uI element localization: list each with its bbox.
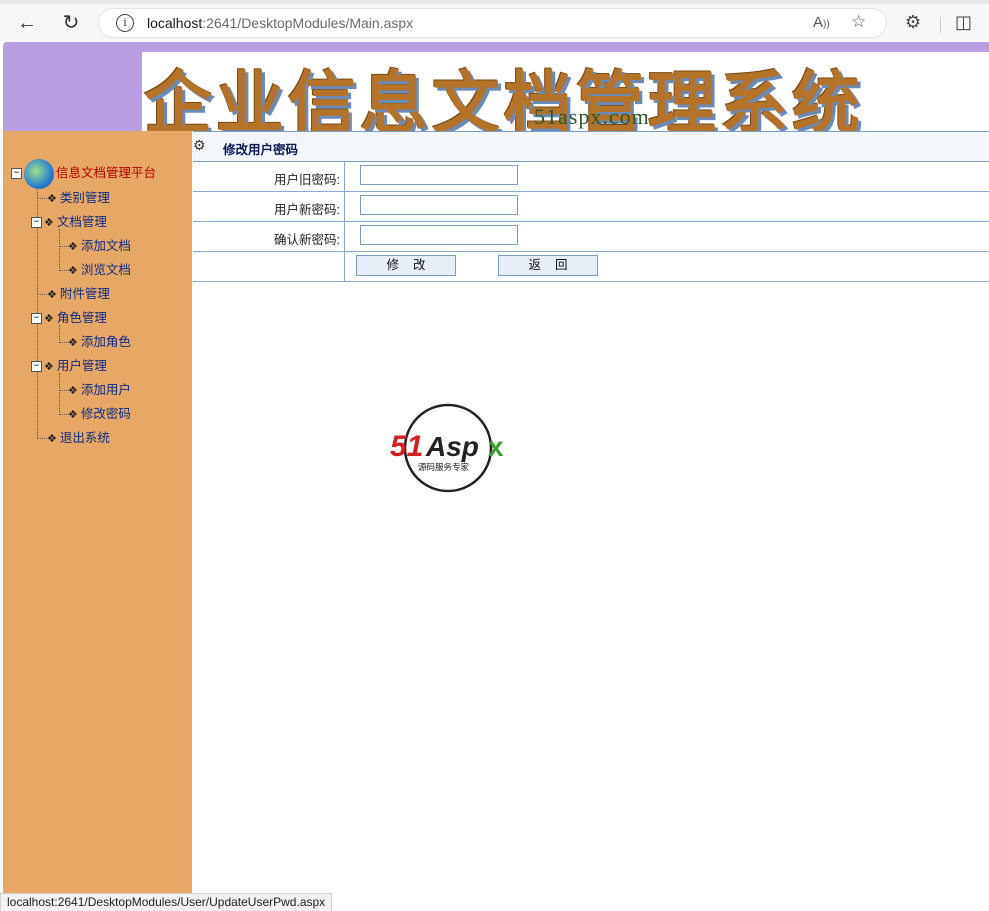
sidebar-item-users[interactable]: − ❖ 用户管理 <box>31 357 107 375</box>
collapse-icon[interactable]: − <box>31 217 42 229</box>
sidebar-item-label[interactable]: 附件管理 <box>60 287 110 301</box>
label-cell: 确认新密码: <box>193 221 345 251</box>
sidebar-item-browse-documents[interactable]: ❖ 浏览文档 <box>68 261 131 279</box>
web-page: 企业信息文档管理系统 51aspx.com − 信息文档管理平台 ❖ 类别管理 − ❖… <box>3 42 989 910</box>
old-password-row: 用户旧密码: <box>193 161 989 192</box>
header-banner: 企业信息文档管理系统 51aspx.com <box>142 52 989 131</box>
svg-text:x: x <box>488 431 504 462</box>
diamond-icon: ❖ <box>44 313 54 325</box>
sidebar: − 信息文档管理平台 ❖ 类别管理 − ❖ 文档管理 ❖ 添加文档 ❖ 浏览文档 ❖ 附件管理… <box>3 131 192 910</box>
diamond-icon: ❖ <box>68 385 78 397</box>
tree-root[interactable]: − 信息文档管理平台 <box>11 156 156 190</box>
sidebar-item-label[interactable]: 角色管理 <box>57 311 107 325</box>
sidebar-item-label[interactable]: 添加角色 <box>81 335 131 349</box>
sidebar-item-logout[interactable]: ❖ 退出系统 <box>47 429 110 447</box>
sidebar-item-add-role[interactable]: ❖ 添加角色 <box>68 333 131 351</box>
svg-text:Asp: Asp <box>425 431 479 462</box>
toolbar-divider <box>940 17 941 33</box>
submit-button[interactable]: 修改 <box>356 255 456 276</box>
tree-connector <box>37 438 47 439</box>
old-password-input[interactable] <box>360 165 518 185</box>
diamond-icon: ❖ <box>68 337 78 349</box>
tree-connector <box>59 325 60 343</box>
form-title-bar: ⚙ 修改用户密码 <box>193 131 989 162</box>
sidebar-item-label[interactable]: 修改密码 <box>81 407 131 421</box>
browser-toolbar: ← ↻ i localhost:2641/DesktopModules/Main… <box>0 4 989 42</box>
collapse-icon[interactable]: − <box>11 168 22 180</box>
sidebar-item-category[interactable]: ❖ 类别管理 <box>47 189 110 207</box>
address-url[interactable]: localhost:2641/DesktopModules/Main.aspx <box>147 15 413 31</box>
sidebar-item-attachments[interactable]: ❖ 附件管理 <box>47 285 110 303</box>
collapse-icon[interactable]: − <box>31 313 42 325</box>
sidebar-item-roles[interactable]: − ❖ 角色管理 <box>31 309 107 327</box>
collapse-icon[interactable]: − <box>31 361 42 373</box>
diamond-icon: ❖ <box>47 193 57 205</box>
logo-graphic: 51 Asp x 源码服务专家 <box>390 403 504 493</box>
url-host: localhost <box>147 15 203 31</box>
form-title: 修改用户密码 <box>223 143 299 157</box>
sidebar-item-label[interactable]: 浏览文档 <box>81 263 131 277</box>
button-row: 修改 返回 <box>193 251 989 282</box>
confirm-password-row: 确认新密码: <box>193 221 989 252</box>
svg-text:源码服务专家: 源码服务专家 <box>418 462 470 473</box>
old-password-label: 用户旧密码: <box>274 173 340 187</box>
label-cell <box>193 251 345 281</box>
tree-connector <box>37 294 47 295</box>
tree-connector <box>37 198 47 199</box>
extensions-icon[interactable]: ⚙ <box>905 12 921 33</box>
diamond-icon: ❖ <box>47 289 57 301</box>
sidebar-item-label[interactable]: 添加用户 <box>81 383 131 397</box>
site-info-icon[interactable]: i <box>116 14 134 32</box>
back-button[interactable]: 返回 <box>498 255 598 276</box>
label-cell: 用户新密码: <box>193 191 345 221</box>
confirm-password-input[interactable] <box>360 225 518 245</box>
back-arrow-icon[interactable]: ← <box>13 10 41 36</box>
sidebar-item-add-user[interactable]: ❖ 添加用户 <box>68 381 131 399</box>
page-header: 企业信息文档管理系统 51aspx.com <box>3 42 989 131</box>
banner-title: 企业信息文档管理系统 <box>144 64 865 131</box>
tree-root-label[interactable]: 信息文档管理平台 <box>56 166 156 180</box>
favorite-star-icon[interactable]: ☆ <box>851 12 866 32</box>
diamond-icon: ❖ <box>47 433 57 445</box>
sidebar-item-documents[interactable]: − ❖ 文档管理 <box>31 213 107 231</box>
sidebar-item-change-password[interactable]: ❖ 修改密码 <box>68 405 131 423</box>
gear-icon: ⚙ <box>193 137 206 153</box>
sidebar-item-label[interactable]: 退出系统 <box>60 431 110 445</box>
main-content: ⚙ 修改用户密码 用户旧密码: 用户新密码: 确认新密码: 修改 返回 51 A… <box>193 131 989 910</box>
new-password-input[interactable] <box>360 195 518 215</box>
tree-connector <box>59 373 60 415</box>
diamond-icon: ❖ <box>68 241 78 253</box>
sidebar-item-label[interactable]: 用户管理 <box>57 359 107 373</box>
status-bar-url: localhost:2641/DesktopModules/User/Updat… <box>0 893 333 911</box>
sidebar-item-label[interactable]: 添加文档 <box>81 239 131 253</box>
reload-icon[interactable]: ↻ <box>57 10 85 36</box>
address-bar[interactable]: i localhost:2641/DesktopModules/Main.asp… <box>99 9 886 37</box>
label-cell: 用户旧密码: <box>193 161 345 191</box>
confirm-password-label: 确认新密码: <box>274 233 340 247</box>
sidebar-item-label[interactable]: 文档管理 <box>57 215 107 229</box>
svg-text:51: 51 <box>390 430 423 463</box>
banner-subtitle: 51aspx.com <box>534 104 650 129</box>
new-password-row: 用户新密码: <box>193 191 989 222</box>
tree-connector <box>59 229 60 271</box>
sidebar-item-label[interactable]: 类别管理 <box>60 191 110 205</box>
split-screen-icon[interactable]: ◫ <box>955 12 972 33</box>
diamond-icon: ❖ <box>44 361 54 373</box>
read-aloud-icon[interactable]: A)) <box>813 14 830 31</box>
new-password-label: 用户新密码: <box>274 203 340 217</box>
51aspx-logo: 51 Asp x 源码服务专家 <box>388 402 512 494</box>
globe-icon <box>24 158 54 189</box>
diamond-icon: ❖ <box>68 409 78 421</box>
url-path: :2641/DesktopModules/Main.aspx <box>202 15 414 31</box>
diamond-icon: ❖ <box>44 217 54 229</box>
diamond-icon: ❖ <box>68 265 78 277</box>
sidebar-item-add-document[interactable]: ❖ 添加文档 <box>68 237 131 255</box>
